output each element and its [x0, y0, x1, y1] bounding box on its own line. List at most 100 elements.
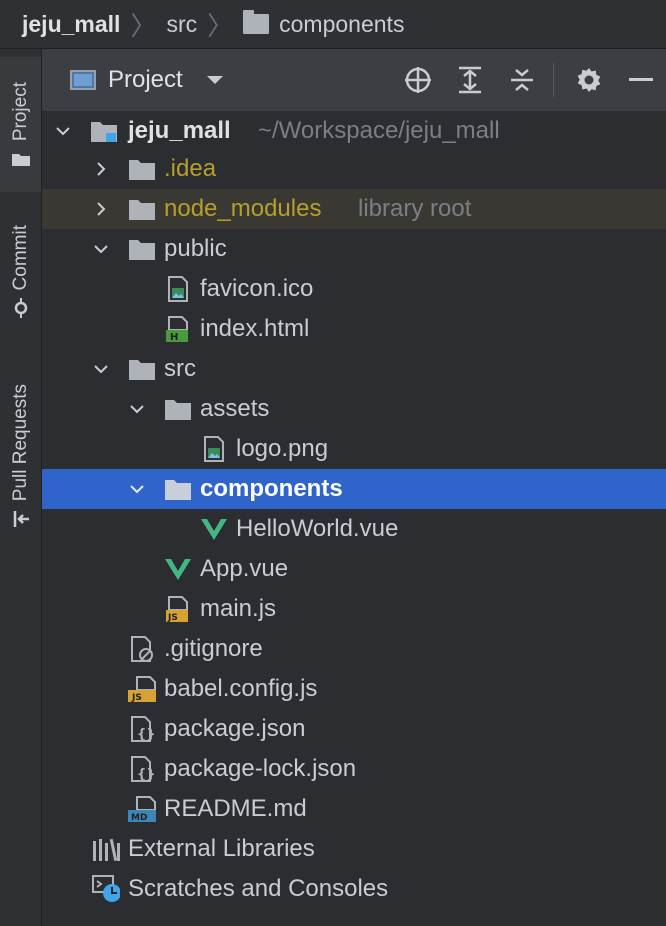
svg-text:MD: MD: [131, 813, 147, 822]
tree-label: src: [164, 355, 196, 382]
pull-request-icon: [13, 511, 29, 528]
vue-file-icon: [164, 557, 192, 581]
sidebar-tab-pull-requests-label: Pull Requests: [9, 383, 31, 502]
tree-label: .idea: [164, 155, 217, 182]
svg-text:{}: {}: [137, 727, 155, 742]
tree-row-logo[interactable]: logo.png: [42, 429, 666, 469]
tree-row-components[interactable]: components: [42, 469, 666, 509]
gear-icon[interactable]: [572, 63, 606, 97]
toolbar-divider: [553, 63, 554, 97]
tree-row-public[interactable]: public: [42, 229, 666, 269]
folder-icon: [164, 397, 192, 421]
chevron-down-icon[interactable]: [56, 124, 70, 138]
folder-icon: [128, 157, 156, 181]
html-file-icon: H: [164, 316, 192, 342]
tree-label: package-lock.json: [164, 755, 357, 782]
breadcrumb-components-label: components: [279, 10, 405, 37]
folder-icon: [128, 197, 156, 221]
tree-row-jeju-mall[interactable]: jeju_mall ~/Workspace/jeju_mall: [42, 111, 666, 151]
tool-window-sidebar: Project Commit Pull Requests: [0, 49, 42, 926]
svg-text:JS: JS: [167, 613, 178, 622]
tree-label: public: [164, 235, 227, 262]
markdown-file-icon: MD: [128, 796, 156, 822]
tree-row-scratches[interactable]: Scratches and Consoles: [42, 869, 666, 909]
library-root-hint: library root: [358, 195, 472, 222]
folder-icon: [128, 357, 156, 381]
project-view-title[interactable]: Project: [108, 66, 183, 94]
svg-text:{}: {}: [137, 767, 155, 782]
commit-icon: [14, 298, 27, 319]
tree-label: HelloWorld.vue: [236, 515, 399, 542]
tree-row-readme[interactable]: MD README.md: [42, 789, 666, 829]
svg-text:H: H: [170, 332, 178, 342]
expand-all-icon[interactable]: [453, 63, 487, 97]
tree-label: babel.config.js: [164, 675, 318, 702]
breadcrumb-separator: 〉: [130, 10, 157, 41]
chevron-down-icon[interactable]: [94, 362, 108, 376]
chevron-down-icon[interactable]: [130, 482, 144, 496]
breadcrumb: jeju_mall 〉 src 〉 components: [0, 0, 666, 49]
tree-row-babel-config[interactable]: JS babel.config.js: [42, 669, 666, 709]
tree-label: favicon.ico: [200, 275, 314, 302]
tree-label: App.vue: [200, 555, 289, 582]
folder-icon: [243, 10, 270, 34]
sidebar-tab-project-label: Project: [9, 81, 31, 142]
tree-label: External Libraries: [128, 835, 315, 862]
locate-icon[interactable]: [401, 63, 435, 97]
tree-row-favicon[interactable]: favicon.ico: [42, 269, 666, 309]
tree-label: package.json: [164, 715, 306, 742]
tree-label: Scratches and Consoles: [128, 875, 389, 902]
libraries-icon: [92, 837, 120, 861]
chevron-down-icon[interactable]: [94, 242, 108, 256]
module-folder-icon: [90, 119, 118, 143]
sidebar-tab-commit[interactable]: Commit: [0, 209, 41, 334]
chevron-right-icon[interactable]: [94, 162, 108, 176]
tree-row-external-libraries[interactable]: External Libraries: [42, 829, 666, 869]
tree-row-src[interactable]: src: [42, 349, 666, 389]
breadcrumb-project[interactable]: jeju_mall: [22, 11, 120, 38]
tree-label: index.html: [200, 315, 310, 342]
tree-row-hello-world[interactable]: HelloWorld.vue: [42, 509, 666, 549]
tree-label: logo.png: [236, 435, 329, 462]
minimize-icon[interactable]: [624, 63, 658, 97]
tree-row-package-lock[interactable]: {} package-lock.json: [42, 749, 666, 789]
scratches-icon: [92, 875, 120, 902]
sidebar-tab-pull-requests[interactable]: Pull Requests: [0, 364, 41, 549]
js-file-icon: JS: [164, 596, 192, 622]
tree-label: components: [200, 475, 343, 502]
tree-row-node-modules[interactable]: node_modules library root: [42, 189, 666, 229]
sidebar-tab-commit-label: Commit: [9, 224, 31, 291]
json-file-icon: {}: [128, 716, 156, 742]
breadcrumb-src[interactable]: src: [166, 11, 197, 38]
tree-path-hint: ~/Workspace/jeju_mall: [258, 117, 500, 144]
vue-file-icon: [200, 517, 228, 541]
json-file-icon: {}: [128, 756, 156, 782]
tree-label: jeju_mall: [128, 117, 231, 144]
breadcrumb-components[interactable]: components: [243, 10, 405, 38]
tree-row-index-html[interactable]: H index.html: [42, 309, 666, 349]
tree-row-gitignore[interactable]: .gitignore: [42, 629, 666, 669]
image-file-icon: [164, 276, 192, 302]
chevron-right-icon[interactable]: [94, 202, 108, 216]
chevron-down-icon[interactable]: [206, 76, 223, 84]
tree-row-app-vue[interactable]: App.vue: [42, 549, 666, 589]
tree-label: node_modules: [164, 195, 322, 222]
collapse-all-icon[interactable]: [505, 63, 539, 97]
chevron-down-icon[interactable]: [130, 402, 144, 416]
sidebar-tab-project[interactable]: Project: [0, 57, 41, 192]
svg-text:JS: JS: [131, 693, 142, 702]
tree-label: assets: [200, 395, 270, 422]
js-file-icon: JS: [128, 676, 156, 702]
breadcrumb-separator: 〉: [207, 10, 234, 41]
tree-label: main.js: [200, 595, 277, 622]
folder-icon: [11, 154, 30, 167]
ignore-file-icon: [128, 636, 156, 662]
folder-icon: [128, 237, 156, 261]
tree-row-assets[interactable]: assets: [42, 389, 666, 429]
tree-row-idea[interactable]: .idea: [42, 149, 666, 189]
tree-row-main-js[interactable]: JS main.js: [42, 589, 666, 629]
tree-row-package-json[interactable]: {} package.json: [42, 709, 666, 749]
project-toolbar: Project: [42, 49, 666, 111]
tree-label: .gitignore: [164, 635, 263, 662]
folder-icon: [164, 477, 192, 501]
